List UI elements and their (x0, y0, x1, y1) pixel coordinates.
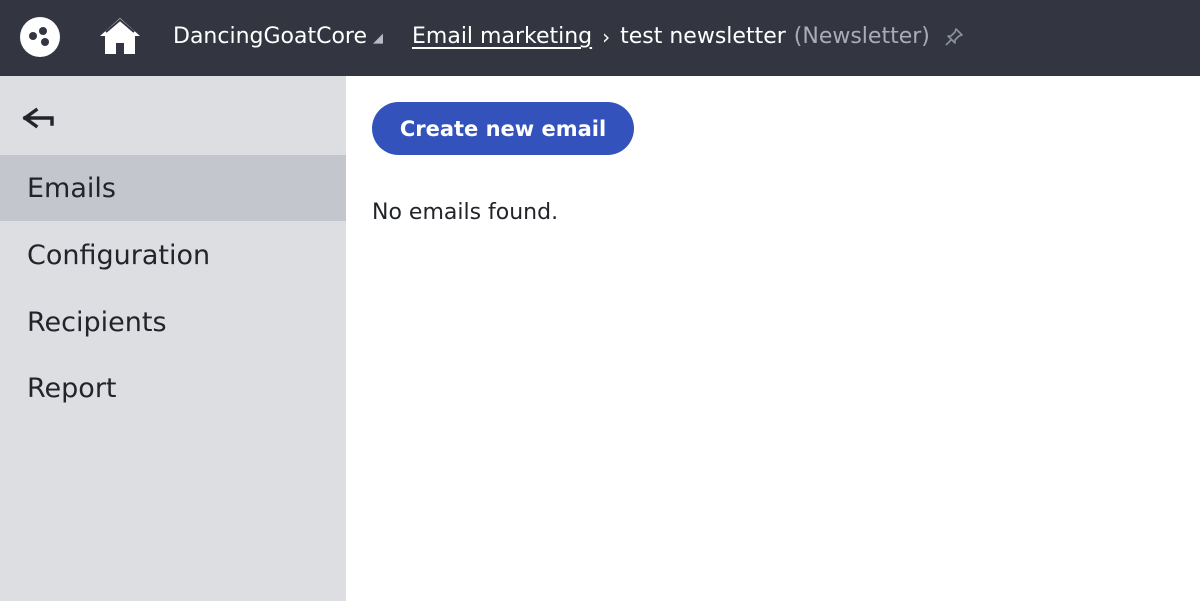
dropdown-triangle-icon: ◢ (373, 31, 384, 46)
pin-icon[interactable] (944, 27, 964, 47)
breadcrumb-separator-icon: › (602, 24, 611, 49)
site-selector[interactable]: DancingGoatCore ◢ (173, 24, 383, 49)
app-logo-icon[interactable] (20, 17, 60, 57)
back-arrow-icon[interactable] (22, 106, 58, 130)
sidebar-item-report[interactable]: Report (0, 355, 346, 421)
create-new-email-button[interactable]: Create new email (372, 102, 634, 155)
breadcrumb-email-marketing-link[interactable]: Email marketing (412, 24, 592, 49)
sidebar-item-label: Emails (27, 172, 116, 204)
sidebar-item-recipients[interactable]: Recipients (0, 289, 346, 355)
main-content: Create new email No emails found. (346, 76, 1200, 601)
sidebar-item-configuration[interactable]: Configuration (0, 222, 346, 288)
sidebar-item-label: Report (27, 372, 117, 404)
breadcrumb-current: test newsletter (620, 24, 786, 49)
sidebar-item-label: Recipients (27, 306, 167, 338)
breadcrumb-object-type: (Newsletter) (793, 24, 930, 49)
sidebar-item-emails[interactable]: Emails (0, 155, 346, 221)
empty-state-message: No emails found. (372, 200, 559, 225)
site-name: DancingGoatCore (173, 24, 368, 49)
breadcrumb: Email marketing › test newsletter (Newsl… (412, 24, 964, 49)
home-icon[interactable] (98, 16, 142, 56)
sidebar: Emails Configuration Recipients Report (0, 76, 346, 601)
top-bar: DancingGoatCore ◢ Email marketing › test… (0, 0, 1200, 76)
sidebar-item-label: Configuration (27, 239, 211, 271)
